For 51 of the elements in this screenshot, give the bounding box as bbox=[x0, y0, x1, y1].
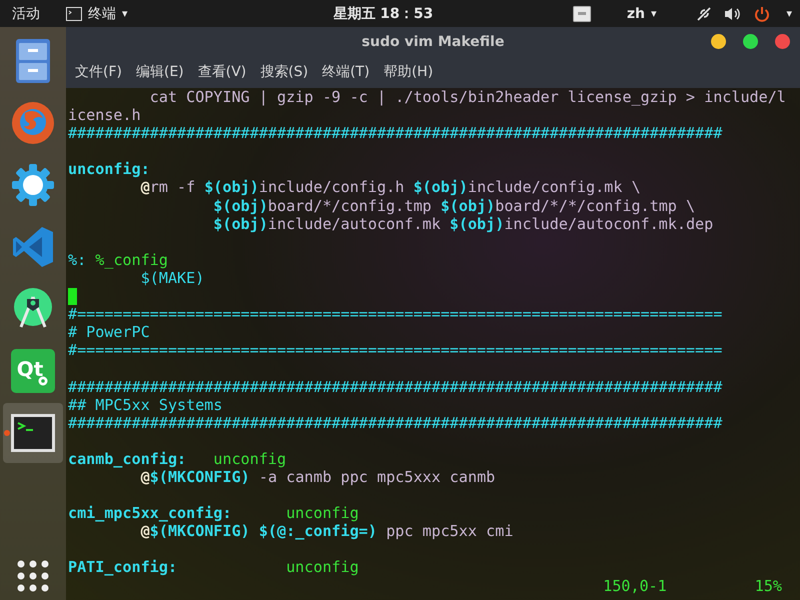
gear-icon bbox=[11, 163, 55, 207]
keyboard-indicator-icon[interactable] bbox=[572, 6, 591, 22]
menu-item[interactable]: 文件(F) bbox=[68, 59, 129, 85]
code-editor-icon bbox=[12, 226, 54, 268]
code-line: #======================================================================= bbox=[68, 305, 724, 324]
input-method-button[interactable]: zh ▾ bbox=[620, 4, 662, 24]
maximize-button[interactable] bbox=[743, 34, 758, 49]
text-cursor bbox=[68, 288, 77, 306]
code-line: # PowerPC bbox=[68, 323, 151, 342]
file-cabinet-icon bbox=[13, 38, 53, 84]
menu-item[interactable]: 终端(T) bbox=[315, 59, 377, 85]
code-line: cmi_mpc5xx_config: unconfig bbox=[68, 504, 360, 522]
code-line: ## MPC5xx Systems bbox=[68, 396, 224, 414]
close-button[interactable] bbox=[775, 34, 790, 49]
code-line: unconfig: bbox=[68, 160, 151, 178]
code-line: ######################################################################## bbox=[68, 124, 724, 142]
fox-globe-icon bbox=[11, 101, 55, 145]
minimize-button[interactable] bbox=[711, 34, 726, 49]
window-title: sudo vim Makefile bbox=[362, 34, 504, 50]
app-menu-button[interactable]: 终端 ▾ bbox=[60, 2, 134, 24]
code-line: $(obj)include/autoconf.mk $(obj)include/autoconf.mk.dep bbox=[212, 214, 714, 233]
terminal-icon bbox=[66, 6, 82, 20]
menu-item[interactable]: 查看(V) bbox=[190, 59, 254, 85]
code-line: ######################################################################## bbox=[68, 378, 724, 396]
menu-item[interactable]: 搜索(S) bbox=[253, 59, 316, 85]
menu-item[interactable]: 帮助(H) bbox=[376, 59, 440, 85]
system-menu-button[interactable]: ▾ bbox=[782, 5, 796, 22]
code-line: @rm -f $(obj)include/config.h $(obj)include/config.mk \ bbox=[140, 178, 642, 197]
code-line: @$(MKCONFIG) -a canmb ppc mpc5xxx canmb bbox=[140, 468, 496, 486]
app-grid-icon[interactable] bbox=[17, 560, 49, 592]
qt-logo: Qt bbox=[11, 349, 55, 393]
code-line: canmb_config: unconfig bbox=[68, 450, 288, 468]
power-icon[interactable] bbox=[754, 6, 770, 22]
code-line: $(MAKE) bbox=[140, 268, 206, 288]
activities-button[interactable]: 活动 bbox=[6, 2, 46, 24]
network-icon[interactable] bbox=[696, 6, 712, 22]
code-line: icense.h bbox=[68, 106, 142, 124]
clock[interactable]: 星期五 18：53 bbox=[327, 2, 440, 24]
code-line: @$(MKCONFIG) $(@:_config=) ppc mpc5xx cmi bbox=[140, 522, 514, 540]
menu-item[interactable]: 编辑(E) bbox=[128, 59, 191, 85]
scroll-percent: 15% bbox=[754, 576, 782, 595]
terminal-icon bbox=[11, 414, 55, 452]
dock-item[interactable] bbox=[3, 403, 63, 463]
code-line: ######################################################################## bbox=[68, 414, 724, 432]
code-line: PATI_config: unconfig bbox=[68, 558, 360, 577]
cursor-position: 150,0-1 bbox=[603, 576, 667, 595]
volume-icon[interactable] bbox=[724, 6, 742, 22]
code-line: #======================================================================= bbox=[68, 341, 724, 360]
code-line: cat COPYING | gzip -9 -c | ./tools/bin2header license_gzip > include/l bbox=[148, 88, 787, 106]
code-line: %: %_config bbox=[68, 250, 169, 269]
code-line: $(obj)board/*/config.tmp $(obj)board/*/*/config.tmp \ bbox=[212, 196, 696, 215]
